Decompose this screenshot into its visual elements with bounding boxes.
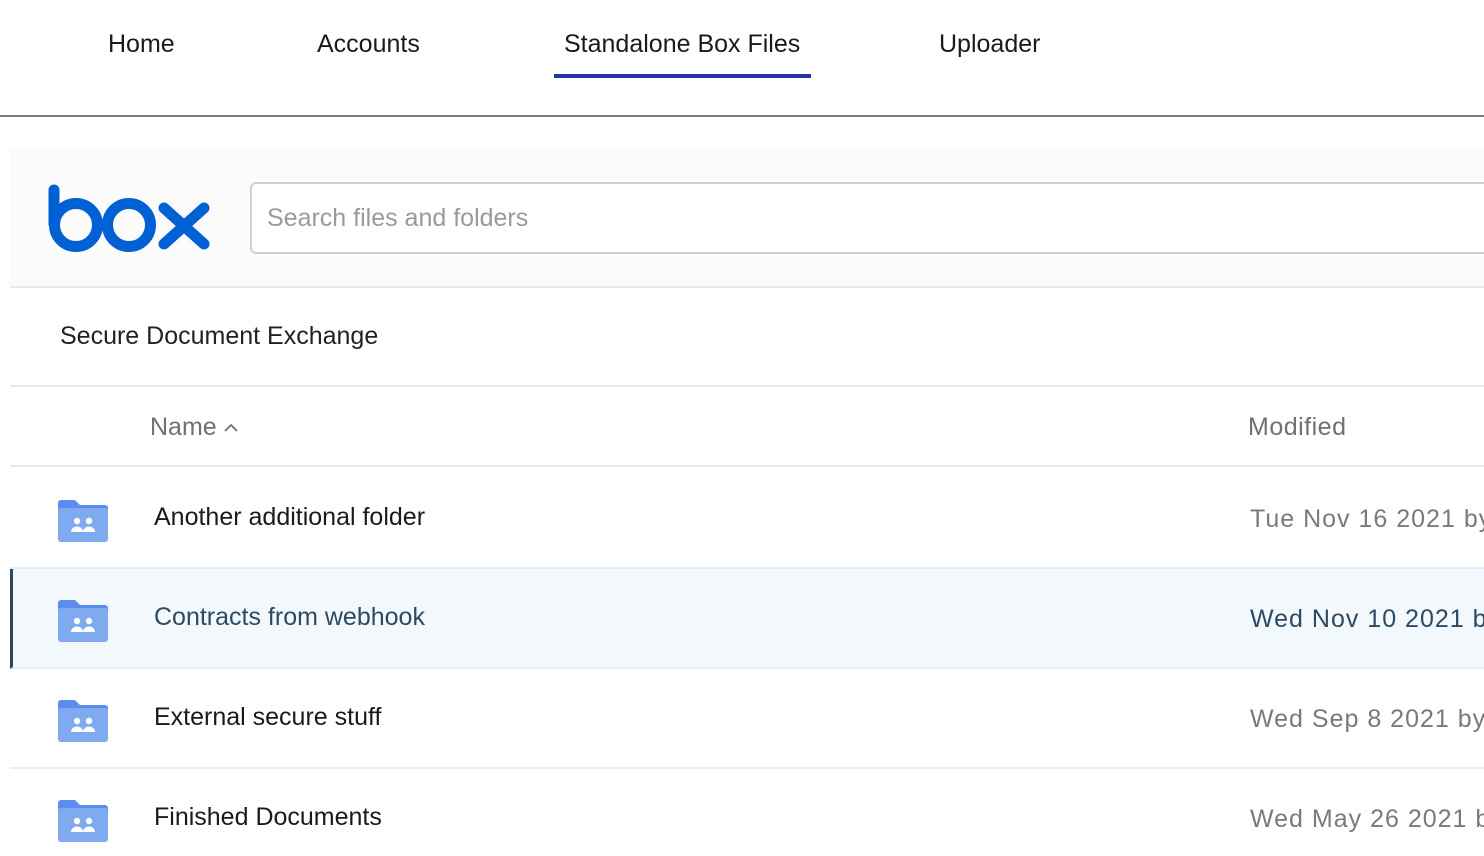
tab-home[interactable]: Home bbox=[108, 30, 175, 80]
collaborated-folder-icon bbox=[58, 600, 108, 642]
list-item[interactable]: External secure stuff Wed Sep 8 2021 by bbox=[10, 669, 1484, 769]
explorer-header bbox=[10, 148, 1484, 288]
list-item-selected[interactable]: Contracts from webhook Wed Nov 10 2021 b bbox=[10, 569, 1484, 669]
column-header-modified[interactable]: Modified bbox=[1248, 413, 1347, 442]
top-nav: Home Accounts Standalone Box Files Uploa… bbox=[0, 0, 1484, 117]
collaborated-folder-icon bbox=[58, 700, 108, 742]
column-header-name[interactable]: Name bbox=[150, 413, 239, 442]
tab-standalone-box-files[interactable]: Standalone Box Files bbox=[553, 30, 812, 80]
item-modified: Wed May 26 2021 b bbox=[1250, 805, 1484, 833]
item-name[interactable]: Another additional folder bbox=[154, 503, 425, 532]
list-header: Name Modified bbox=[10, 387, 1484, 467]
sort-ascending-icon bbox=[224, 423, 238, 432]
box-logo[interactable] bbox=[48, 184, 212, 252]
collaborated-folder-icon bbox=[58, 500, 108, 542]
tab-accounts[interactable]: Accounts bbox=[317, 30, 420, 80]
item-list: Another additional folder Tue Nov 16 202… bbox=[10, 469, 1484, 856]
tab-home-label: Home bbox=[108, 30, 175, 58]
item-name[interactable]: External secure stuff bbox=[154, 703, 381, 732]
list-item[interactable]: Another additional folder Tue Nov 16 202… bbox=[10, 469, 1484, 569]
tab-uploader-label: Uploader bbox=[939, 30, 1041, 58]
search-input[interactable] bbox=[250, 182, 1484, 254]
tab-standalone-box-files-label: Standalone Box Files bbox=[564, 30, 801, 58]
box-content-explorer: Secure Document Exchange Name Modified A… bbox=[10, 148, 1484, 856]
tab-accounts-label: Accounts bbox=[317, 30, 420, 58]
item-modified: Tue Nov 16 2021 by bbox=[1250, 505, 1484, 533]
breadcrumb: Secure Document Exchange bbox=[10, 288, 1484, 387]
list-item[interactable]: Finished Documents Wed May 26 2021 b bbox=[10, 769, 1484, 856]
item-name[interactable]: Contracts from webhook bbox=[154, 603, 425, 632]
item-modified: Wed Nov 10 2021 b bbox=[1250, 605, 1484, 633]
item-modified: Wed Sep 8 2021 by bbox=[1250, 705, 1484, 733]
tab-uploader[interactable]: Uploader bbox=[939, 30, 1040, 80]
item-name[interactable]: Finished Documents bbox=[154, 803, 382, 832]
column-modified-label: Modified bbox=[1248, 413, 1347, 441]
collaborated-folder-icon bbox=[58, 800, 108, 842]
column-name-label: Name bbox=[150, 413, 217, 441]
folder-title[interactable]: Secure Document Exchange bbox=[60, 322, 378, 351]
